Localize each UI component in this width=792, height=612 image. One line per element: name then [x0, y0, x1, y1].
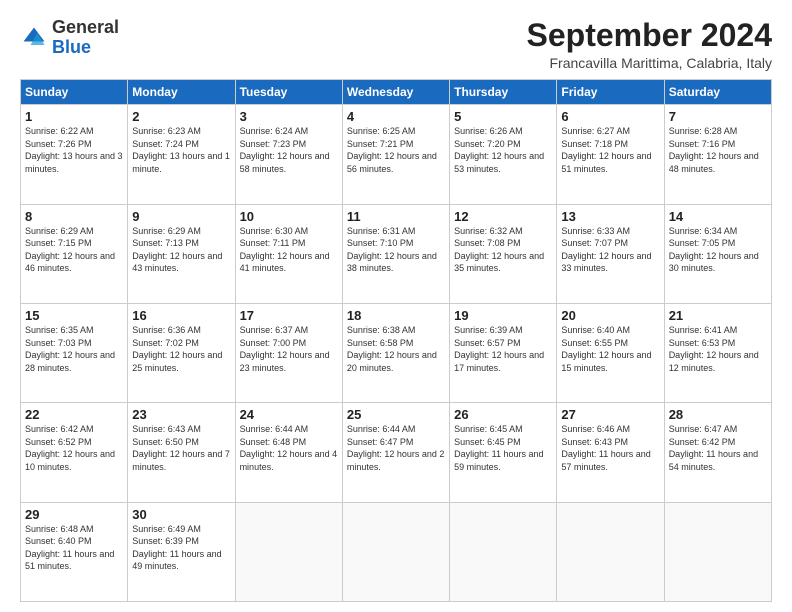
- day-17: 17Sunrise: 6:37 AMSunset: 7:00 PMDayligh…: [235, 303, 342, 402]
- page: General Blue September 2024 Francavilla …: [0, 0, 792, 612]
- calendar-table: Sunday Monday Tuesday Wednesday Thursday…: [20, 79, 772, 602]
- day-26: 26Sunrise: 6:45 AMSunset: 6:45 PMDayligh…: [450, 403, 557, 502]
- calendar-title: September 2024: [527, 18, 772, 53]
- header-friday: Friday: [557, 80, 664, 105]
- empty-cell: [557, 502, 664, 601]
- day-12: 12Sunrise: 6:32 AMSunset: 7:08 PMDayligh…: [450, 204, 557, 303]
- weekday-header-row: Sunday Monday Tuesday Wednesday Thursday…: [21, 80, 772, 105]
- title-block: September 2024 Francavilla Marittima, Ca…: [527, 18, 772, 71]
- day-1: 1Sunrise: 6:22 AMSunset: 7:26 PMDaylight…: [21, 105, 128, 204]
- empty-cell: [664, 502, 771, 601]
- day-4: 4Sunrise: 6:25 AMSunset: 7:21 PMDaylight…: [342, 105, 449, 204]
- week-row-4: 22Sunrise: 6:42 AMSunset: 6:52 PMDayligh…: [21, 403, 772, 502]
- day-10: 10Sunrise: 6:30 AMSunset: 7:11 PMDayligh…: [235, 204, 342, 303]
- day-18: 18Sunrise: 6:38 AMSunset: 6:58 PMDayligh…: [342, 303, 449, 402]
- day-30: 30Sunrise: 6:49 AMSunset: 6:39 PMDayligh…: [128, 502, 235, 601]
- day-29: 29Sunrise: 6:48 AMSunset: 6:40 PMDayligh…: [21, 502, 128, 601]
- day-27: 27Sunrise: 6:46 AMSunset: 6:43 PMDayligh…: [557, 403, 664, 502]
- day-20: 20Sunrise: 6:40 AMSunset: 6:55 PMDayligh…: [557, 303, 664, 402]
- day-2: 2Sunrise: 6:23 AMSunset: 7:24 PMDaylight…: [128, 105, 235, 204]
- logo-general-text: General: [52, 17, 119, 37]
- week-row-1: 1Sunrise: 6:22 AMSunset: 7:26 PMDaylight…: [21, 105, 772, 204]
- day-23: 23Sunrise: 6:43 AMSunset: 6:50 PMDayligh…: [128, 403, 235, 502]
- day-7: 7Sunrise: 6:28 AMSunset: 7:16 PMDaylight…: [664, 105, 771, 204]
- day-8: 8Sunrise: 6:29 AMSunset: 7:15 PMDaylight…: [21, 204, 128, 303]
- header: General Blue September 2024 Francavilla …: [20, 18, 772, 71]
- empty-cell: [235, 502, 342, 601]
- header-monday: Monday: [128, 80, 235, 105]
- week-row-3: 15Sunrise: 6:35 AMSunset: 7:03 PMDayligh…: [21, 303, 772, 402]
- day-24: 24Sunrise: 6:44 AMSunset: 6:48 PMDayligh…: [235, 403, 342, 502]
- day-25: 25Sunrise: 6:44 AMSunset: 6:47 PMDayligh…: [342, 403, 449, 502]
- week-row-5: 29Sunrise: 6:48 AMSunset: 6:40 PMDayligh…: [21, 502, 772, 601]
- empty-cell: [450, 502, 557, 601]
- day-3: 3Sunrise: 6:24 AMSunset: 7:23 PMDaylight…: [235, 105, 342, 204]
- day-6: 6Sunrise: 6:27 AMSunset: 7:18 PMDaylight…: [557, 105, 664, 204]
- header-saturday: Saturday: [664, 80, 771, 105]
- logo-blue-text: Blue: [52, 37, 91, 57]
- day-21: 21Sunrise: 6:41 AMSunset: 6:53 PMDayligh…: [664, 303, 771, 402]
- day-22: 22Sunrise: 6:42 AMSunset: 6:52 PMDayligh…: [21, 403, 128, 502]
- logo-icon: [20, 24, 48, 52]
- day-13: 13Sunrise: 6:33 AMSunset: 7:07 PMDayligh…: [557, 204, 664, 303]
- day-16: 16Sunrise: 6:36 AMSunset: 7:02 PMDayligh…: [128, 303, 235, 402]
- day-28: 28Sunrise: 6:47 AMSunset: 6:42 PMDayligh…: [664, 403, 771, 502]
- day-19: 19Sunrise: 6:39 AMSunset: 6:57 PMDayligh…: [450, 303, 557, 402]
- header-thursday: Thursday: [450, 80, 557, 105]
- calendar-subtitle: Francavilla Marittima, Calabria, Italy: [527, 55, 772, 71]
- header-sunday: Sunday: [21, 80, 128, 105]
- logo: General Blue: [20, 18, 119, 58]
- day-11: 11Sunrise: 6:31 AMSunset: 7:10 PMDayligh…: [342, 204, 449, 303]
- day-9: 9Sunrise: 6:29 AMSunset: 7:13 PMDaylight…: [128, 204, 235, 303]
- week-row-2: 8Sunrise: 6:29 AMSunset: 7:15 PMDaylight…: [21, 204, 772, 303]
- empty-cell: [342, 502, 449, 601]
- header-tuesday: Tuesday: [235, 80, 342, 105]
- header-wednesday: Wednesday: [342, 80, 449, 105]
- day-14: 14Sunrise: 6:34 AMSunset: 7:05 PMDayligh…: [664, 204, 771, 303]
- day-15: 15Sunrise: 6:35 AMSunset: 7:03 PMDayligh…: [21, 303, 128, 402]
- day-5: 5Sunrise: 6:26 AMSunset: 7:20 PMDaylight…: [450, 105, 557, 204]
